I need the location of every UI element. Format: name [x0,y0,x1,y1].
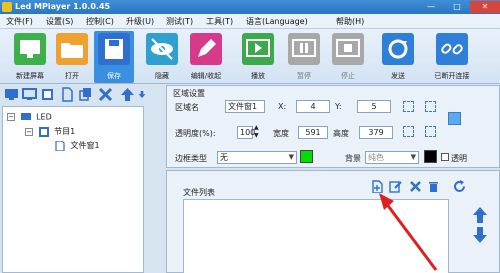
highlight-arrow [379,193,438,271]
